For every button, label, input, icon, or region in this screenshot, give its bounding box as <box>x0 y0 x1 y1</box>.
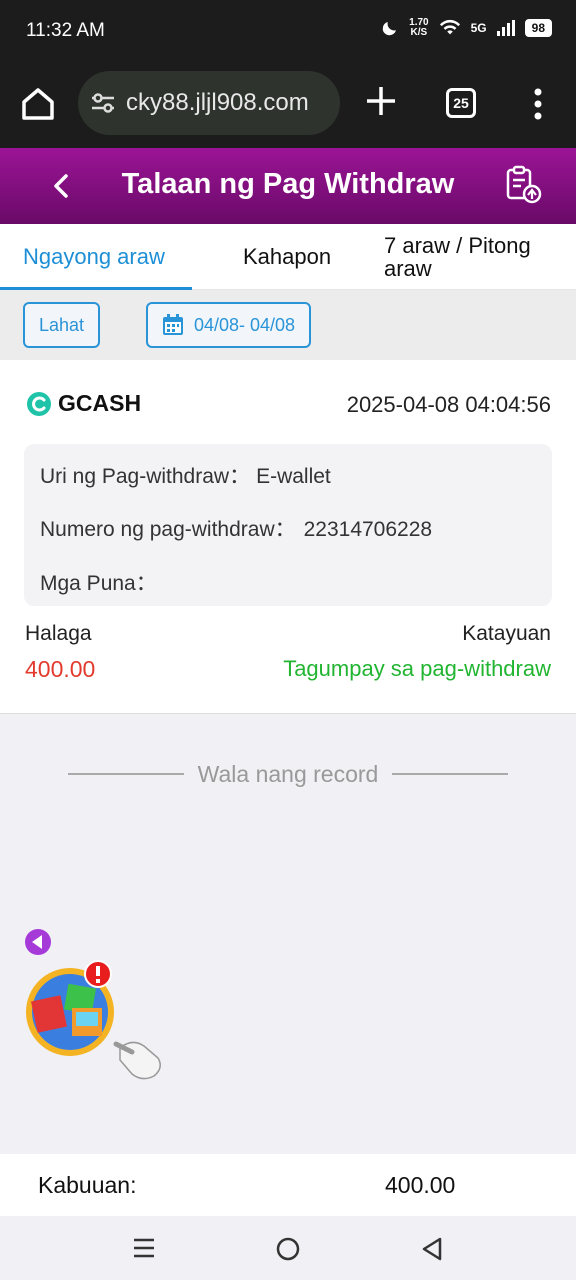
status-icons: 1.70 K/S 5G 98 <box>381 18 552 38</box>
new-tab-icon[interactable] <box>364 84 398 118</box>
record-details: Uri ng Pag-withdraw： E-wallet Numero ng p… <box>24 444 552 606</box>
payment-method-name: GCASH <box>58 390 142 416</box>
tab-yesterday[interactable]: Kahapon <box>243 224 331 290</box>
site-settings-icon[interactable] <box>90 92 116 114</box>
calendar-icon <box>162 314 183 335</box>
no-record-text: Wala nang record <box>197 760 379 787</box>
floating-promo-widget[interactable] <box>24 928 164 1088</box>
withdraw-type-value: E-wallet <box>256 465 331 488</box>
battery-indicator: 98 <box>524 19 552 37</box>
more-vert-icon[interactable] <box>528 86 548 122</box>
withdraw-number-row: Numero ng pag-withdraw： 22314706228 <box>40 513 432 543</box>
date-range-text: 04/08- 04/08 <box>193 314 296 335</box>
page-title: Talaan ng Pag Withdraw <box>121 168 455 200</box>
pointing-hand-icon <box>113 1041 161 1080</box>
status-time: 11:32 AM <box>26 20 105 41</box>
moon-icon <box>382 22 397 36</box>
withdraw-number-value: 22314706228 <box>303 518 433 541</box>
browser-toolbar: cky88.jljl908.com 25 <box>0 62 576 148</box>
withdraw-record-card: GCASH 2025-04-08 04:04:56 Uri ng Pag-wit… <box>0 360 576 714</box>
remarks-label: Mga Puna： <box>40 572 157 595</box>
signal-icon <box>496 20 515 36</box>
collapse-arrow-icon[interactable] <box>25 929 51 955</box>
withdraw-type-label: Uri ng Pag-withdraw： <box>40 465 251 488</box>
filter-all-button[interactable]: Lahat <box>23 302 100 348</box>
url-text: cky88.jljl908.com <box>126 89 309 116</box>
amount-label: Halaga <box>25 622 92 645</box>
status-bar: 11:32 AM 1.70 K/S 5G 98 <box>0 0 576 62</box>
gcash-logo-icon <box>27 391 51 416</box>
home-icon[interactable] <box>18 84 58 124</box>
total-label: Kabuuan: <box>38 1172 137 1198</box>
tab-today[interactable]: Ngayong araw <box>23 224 165 290</box>
filter-bar: Lahat 04/08- 04/08 <box>0 290 576 360</box>
system-nav-bar <box>0 1216 576 1280</box>
address-bar[interactable]: cky88.jljl908.com <box>78 71 340 135</box>
total-value: 400.00 <box>385 1172 456 1198</box>
date-tabs: Ngayong araw Kahapon 7 araw / Pitong ara… <box>0 224 576 290</box>
remarks-row: Mga Puna： <box>40 567 157 597</box>
divider-left <box>67 773 184 775</box>
date-range-picker[interactable]: 04/08- 04/08 <box>146 302 311 348</box>
tab-switcher-button[interactable]: 25 <box>446 88 476 118</box>
speed-unit: K/S <box>410 27 428 38</box>
network-type: 5G <box>470 21 487 35</box>
back-triangle-icon[interactable] <box>420 1236 444 1262</box>
recents-icon[interactable] <box>132 1236 156 1260</box>
status-label: Katayuan <box>462 622 551 645</box>
app-header: Talaan ng Pag Withdraw <box>0 148 576 224</box>
wifi-icon <box>439 19 460 35</box>
withdraw-type-row: Uri ng Pag-withdraw： E-wallet <box>40 460 331 490</box>
status-value: Tagumpay sa pag-withdraw <box>283 656 551 681</box>
withdraw-number-label: Numero ng pag-withdraw： <box>40 518 296 541</box>
payment-method: GCASH <box>26 390 141 417</box>
record-datetime: 2025-04-08 04:04:56 <box>346 392 551 417</box>
divider-right <box>392 773 509 775</box>
notification-alert-icon <box>84 960 112 988</box>
total-bar: Kabuuan: 400.00 <box>0 1154 576 1216</box>
promo-widget-graphic <box>25 929 161 1080</box>
amount-value: 400.00 <box>25 656 96 682</box>
tab-seven-days[interactable]: 7 araw / Pitong araw <box>384 224 560 290</box>
home-circle-icon[interactable] <box>275 1236 301 1262</box>
network-speed: 1.70 K/S <box>409 18 428 38</box>
no-more-records: Wala nang record <box>0 756 576 792</box>
clipboard-upload-icon[interactable] <box>502 164 544 206</box>
